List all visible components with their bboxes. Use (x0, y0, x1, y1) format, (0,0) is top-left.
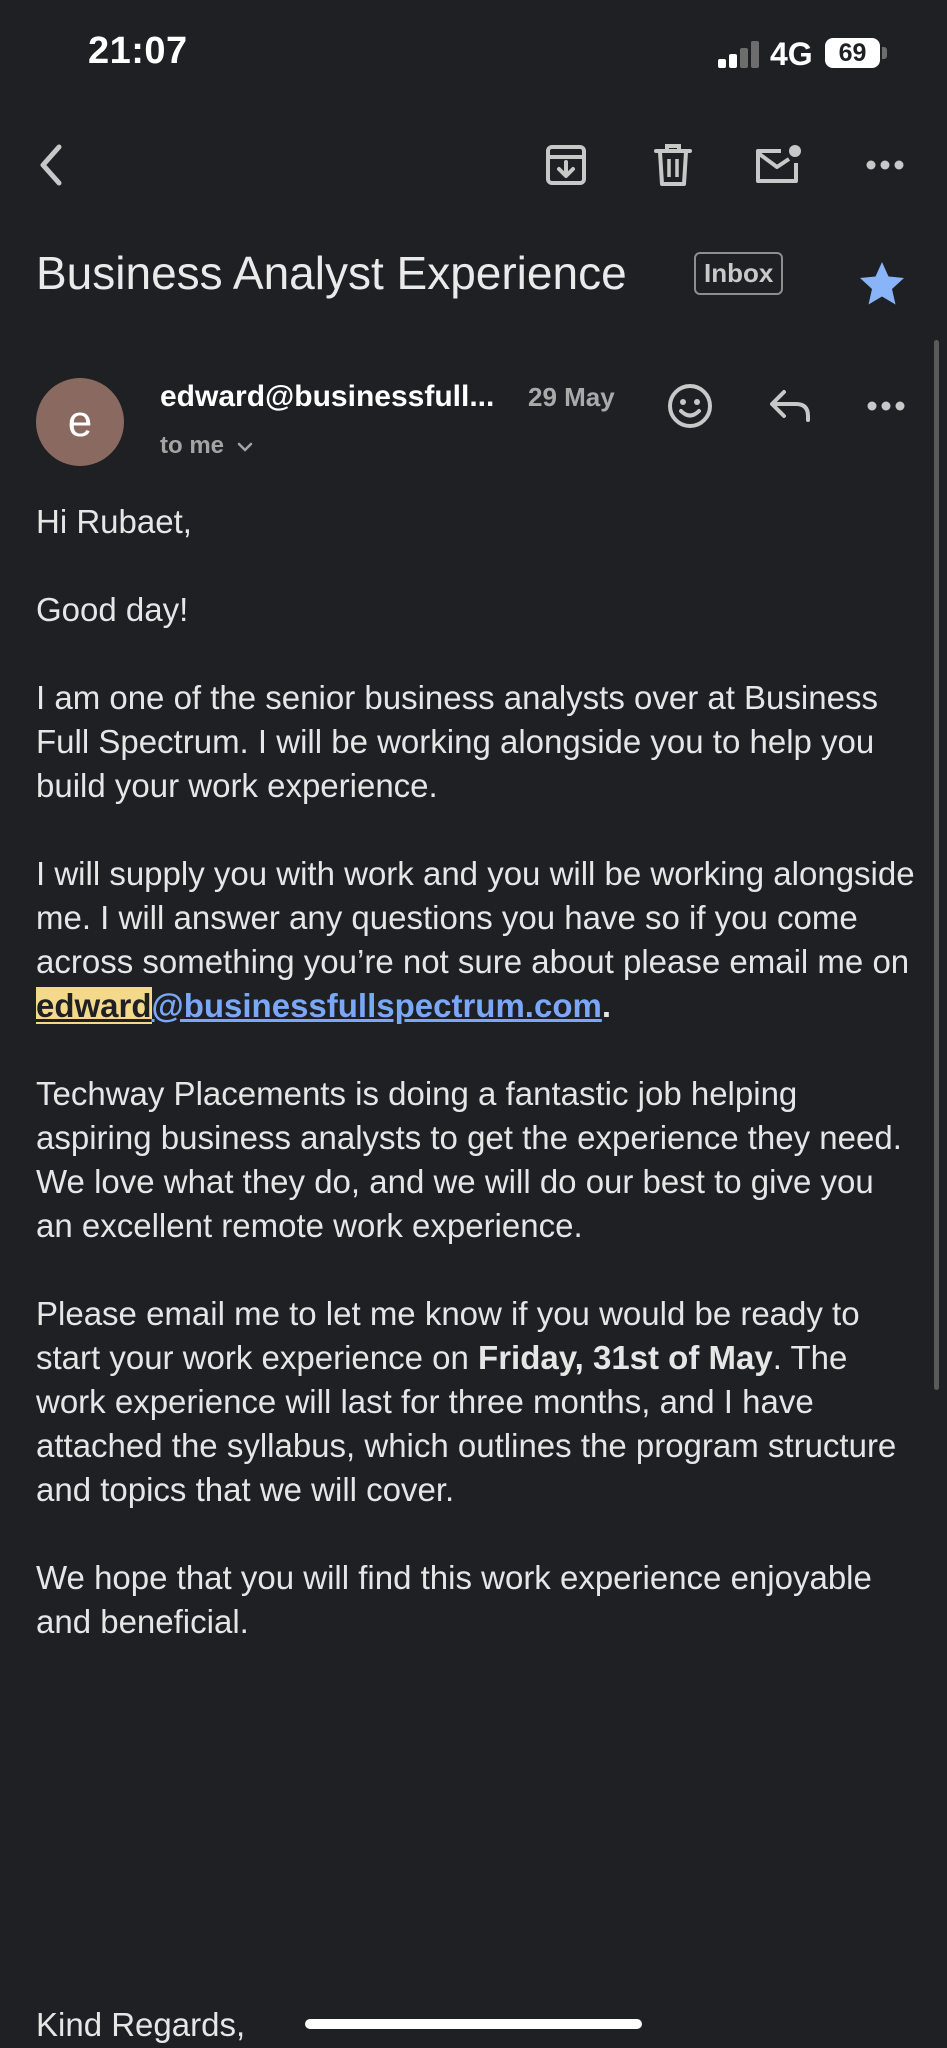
sender-name[interactable]: edward@businessfull... (160, 380, 494, 414)
delete-icon[interactable] (648, 140, 698, 190)
network-type: 4G (770, 36, 813, 72)
email-subject: Business Analyst Experience (36, 247, 627, 299)
scrollbar[interactable] (934, 340, 939, 1390)
body-paragraph-2: I am one of the senior business analysts… (36, 679, 878, 804)
battery-tip (882, 47, 887, 59)
status-time: 21:07 (88, 30, 188, 72)
paragraph-3-end: . (601, 987, 612, 1024)
body-paragraph-3: I will supply you with work and you will… (36, 852, 916, 1028)
email-link-highlighted-part[interactable]: edward (36, 987, 152, 1024)
email-date: 29 May (528, 382, 615, 412)
subject-row: Business Analyst Experience Inbox (36, 240, 916, 310)
star-icon[interactable] (856, 258, 912, 314)
home-indicator[interactable] (305, 2019, 642, 2029)
sender-header: e edward@businessfull... 29 May to me (36, 378, 916, 468)
battery-icon: 69 (825, 38, 880, 68)
top-toolbar (0, 130, 947, 200)
email-body: Hi Rubaet, Good day! I am one of the sen… (36, 500, 916, 1688)
paragraph-3-text: I will supply you with work and you will… (36, 855, 915, 980)
reply-icon[interactable] (762, 378, 818, 434)
recipient-details-toggle[interactable]: to me (160, 432, 253, 460)
mark-unread-icon[interactable] (753, 140, 803, 190)
cellular-signal-icon (718, 40, 760, 68)
emoji-reaction-icon[interactable] (662, 378, 718, 434)
to-me-label: to me (160, 432, 225, 459)
start-date-bold: Friday, 31st of May (478, 1339, 773, 1376)
back-icon[interactable] (26, 140, 76, 190)
body-paragraph-4: Techway Placements is doing a fantastic … (36, 1075, 902, 1244)
signoff: Kind Regards, (36, 2006, 246, 2043)
inbox-label[interactable]: Inbox (694, 252, 784, 295)
body-paragraph-5: Please email me to let me know if you wo… (36, 1292, 916, 1512)
body-paragraph-6: We hope that you will find this work exp… (36, 1559, 872, 1640)
chevron-down-icon (237, 442, 252, 452)
archive-icon[interactable] (541, 140, 591, 190)
avatar[interactable]: e (36, 378, 124, 466)
body-paragraph-1: Good day! (36, 591, 189, 628)
email-link[interactable]: @businessfullspectrum.com (152, 987, 602, 1024)
status-bar: 21:07 4G 69 (0, 0, 947, 110)
message-more-icon[interactable] (858, 378, 914, 434)
more-icon[interactable] (860, 140, 910, 190)
greeting: Hi Rubaet, (36, 503, 192, 540)
